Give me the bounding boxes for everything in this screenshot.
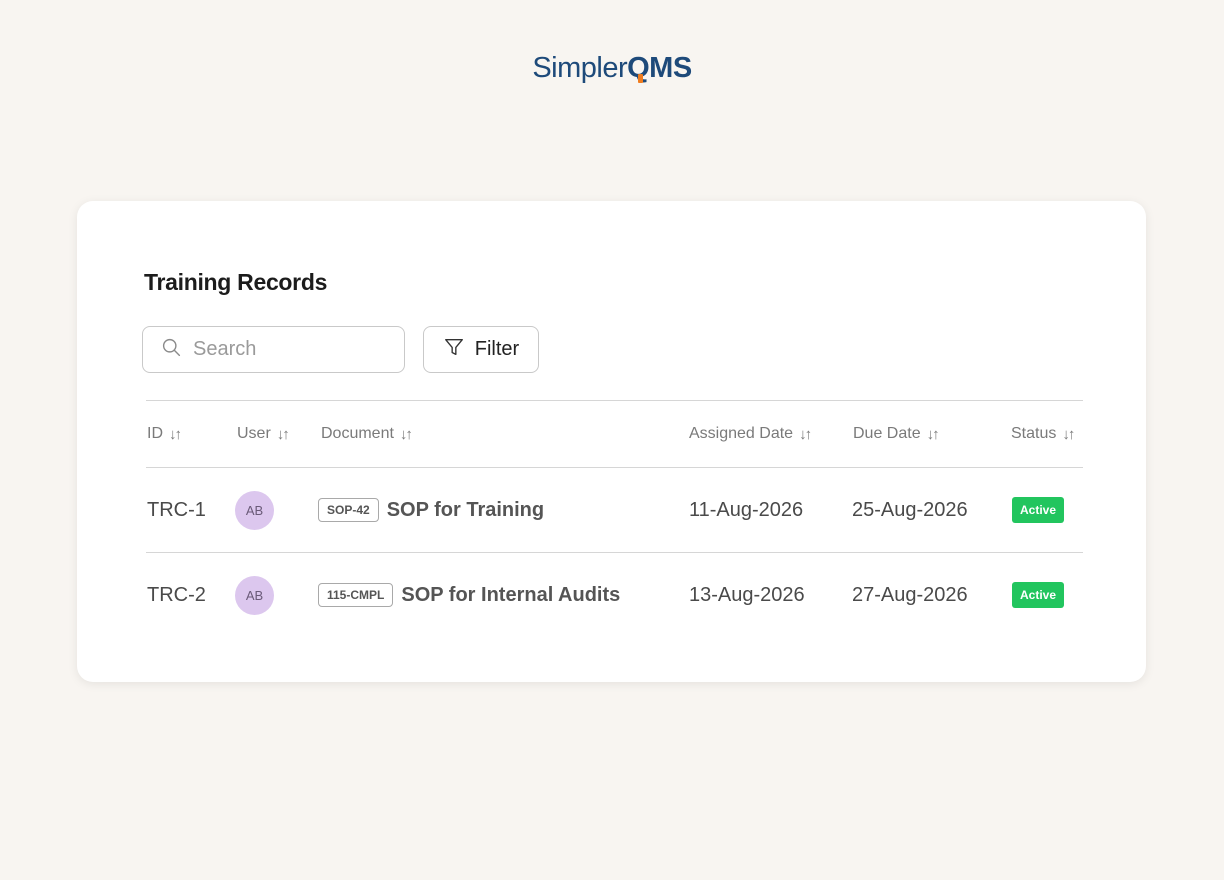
user-cell: AB [235,553,274,637]
column-header-status[interactable]: Status ↓↑ [1011,401,1075,467]
column-header-assigned-date[interactable]: Assigned Date ↓↑ [689,401,812,467]
sort-icon: ↓↑ [169,425,182,443]
avatar[interactable]: AB [235,575,274,615]
table-header: ID ↓↑ User ↓↑ Document ↓↑ Assigned Date … [146,400,1083,467]
brand-name-light: Simpler [532,52,628,84]
brand-name-bold: QMS [627,52,692,84]
sort-icon: ↓↑ [276,425,290,443]
column-header-user[interactable]: User ↓↑ [237,401,290,467]
record-id: TRC-2 [147,583,206,606]
column-header-document[interactable]: Document ↓↑ [321,401,413,467]
search-input[interactable] [193,338,393,361]
sort-icon: ↓↑ [399,425,413,443]
status-cell: Active [1012,468,1065,552]
document-title[interactable]: SOP for Training [387,499,544,522]
filter-icon [443,336,465,364]
search-icon [161,337,182,363]
assigned-date: 13-Aug-2026 [689,583,805,606]
filter-label: Filter [474,338,520,360]
status-cell: Active [1012,553,1065,637]
sort-icon: ↓↑ [1062,425,1075,443]
due-date: 27-Aug-2026 [852,583,968,606]
training-records-card: Training Records Filter ID ↓↑ User ↓↑ [77,201,1146,682]
document-cell: 115-CMPL SOP for Internal Audits [318,553,620,637]
document-code-badge: SOP-42 [318,498,379,522]
status-badge: Active [1012,497,1065,523]
user-cell: AB [235,468,274,552]
training-records-table: ID ↓↑ User ↓↑ Document ↓↑ Assigned Date … [146,400,1083,637]
document-title[interactable]: SOP for Internal Audits [401,584,620,607]
document-cell: SOP-42 SOP for Training [318,468,544,552]
brand-logo: SimplerQMS [0,52,1224,85]
record-id: TRC-1 [147,498,206,521]
column-header-due-date[interactable]: Due Date ↓↑ [853,401,940,467]
table-row[interactable]: TRC-2 AB 115-CMPL SOP for Internal Audit… [146,552,1083,637]
column-header-id[interactable]: ID ↓↑ [147,401,182,467]
due-date: 25-Aug-2026 [852,498,968,521]
assigned-date: 11-Aug-2026 [689,498,804,521]
page-title: Training Records [144,269,328,295]
logo-accent [638,74,644,83]
filter-button[interactable]: Filter [423,326,539,373]
sort-icon: ↓↑ [799,425,812,443]
search-box[interactable] [142,326,405,373]
table-row[interactable]: TRC-1 AB SOP-42 SOP for Training 11-Aug-… [146,467,1083,552]
document-code-badge: 115-CMPL [318,583,394,607]
avatar[interactable]: AB [235,490,274,530]
status-badge: Active [1012,582,1065,608]
sort-icon: ↓↑ [926,425,940,443]
